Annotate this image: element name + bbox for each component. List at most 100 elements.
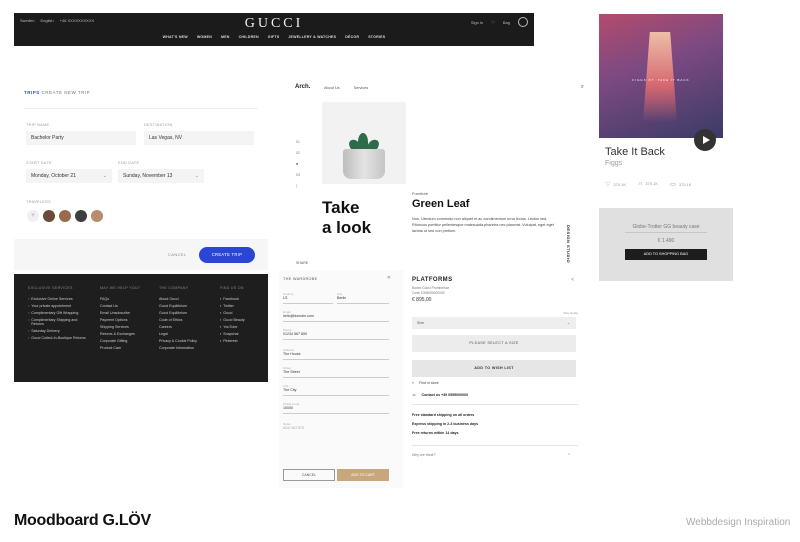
footer-link[interactable]: Email Unsubscribe (100, 311, 150, 315)
nav-women[interactable]: WOMEN (197, 35, 212, 39)
bag-link[interactable]: Bag (503, 20, 510, 25)
footer-link[interactable]: ▫ Complimentary Gift Wrapping (28, 311, 88, 315)
play-button[interactable] (694, 129, 716, 151)
footer-link[interactable]: Product Care (100, 346, 150, 350)
arch-product-page: Arch. About Us Services ⌕ 01 02 ■ 03 │ T… (288, 75, 591, 265)
close-icon[interactable]: ✕ (387, 275, 391, 281)
footer-link[interactable]: ▫ Complimentary Shipping and Returns (28, 318, 88, 326)
divider (412, 445, 578, 446)
nav-men[interactable]: MEN (221, 35, 230, 39)
street-field[interactable]: Street The Street (283, 366, 389, 378)
footer-link[interactable]: ▪ Gucci (220, 311, 264, 315)
facebook-icon: ▪ (220, 297, 222, 301)
trip-name-input[interactable]: Bachelor Party (26, 131, 136, 145)
trip-name-label: TRIP NAME (26, 123, 50, 127)
footer-link[interactable]: Shipping Services (100, 325, 150, 329)
track-artist: Figgs (605, 160, 623, 167)
footer-link[interactable]: ▪ Gucci Beauty (220, 318, 264, 322)
footer-link[interactable]: ▫ Gucci Collect-In-Boutique Returns (28, 336, 88, 340)
heart-icon[interactable]: ♡ (491, 20, 495, 25)
destination-input[interactable]: Las Vegas, NV (144, 131, 254, 145)
why-buy-link[interactable]: Why we think? (412, 453, 435, 457)
footer-link[interactable]: ▫ Exclusive Online Services (28, 297, 88, 301)
footer-link[interactable]: Legal (159, 332, 215, 336)
breadcrumb-trips[interactable]: TRIPS (24, 90, 40, 95)
size-guide-link[interactable]: Size Guide (563, 311, 578, 315)
avatar[interactable] (42, 209, 56, 223)
form-footer: CANCEL CREATE TRIP (14, 239, 268, 270)
notes-field[interactable]: Notes ADD NOTES (283, 422, 389, 434)
footer-link[interactable]: About Gucci (159, 297, 215, 301)
footer-link[interactable]: ▪ Pinterest (220, 339, 264, 343)
size-select[interactable]: Size ⌄ (412, 317, 576, 329)
postal-code-field[interactable]: Postal Code 10000 (283, 402, 389, 414)
footer-link[interactable]: Corporate Gifting (100, 339, 150, 343)
likes-stat[interactable]: ♡ 370.1K (605, 181, 626, 188)
footer-link[interactable]: Code of Ethics (159, 318, 215, 322)
footer-link[interactable]: ▪ Facebook (220, 297, 264, 301)
cancel-button[interactable]: CANCEL (283, 469, 335, 481)
footer-link[interactable]: Privacy & Cookie Policy (159, 339, 215, 343)
add-traveler-button[interactable]: + (26, 209, 40, 223)
nav-gifts[interactable]: GIFTS (268, 35, 280, 39)
avatar[interactable] (90, 209, 104, 223)
page-dot[interactable]: 01 (296, 137, 300, 148)
gucci-logo[interactable]: GUCCI (14, 16, 534, 32)
footer-link[interactable]: ▫ Your private appointment (28, 304, 88, 308)
contact-link[interactable]: ☏ Contact us +39 0555000000 (412, 393, 468, 397)
footer-link[interactable]: Contact Us (100, 304, 150, 308)
end-date-select[interactable]: Sunday, November 13 ⌄ (118, 169, 204, 183)
menu-about[interactable]: About Us (324, 86, 340, 90)
avatar[interactable] (74, 209, 88, 223)
share-link[interactable]: SHARE (296, 261, 308, 265)
search-icon[interactable]: ⌕ (581, 84, 584, 91)
footer-link[interactable]: Corporate Information (159, 346, 215, 350)
add-to-bag-button[interactable]: ADD TO SHOPPING BAG (625, 249, 707, 260)
create-trip-button[interactable]: CREATE TRIP (199, 247, 255, 263)
footer-link[interactable]: ▪ YouTube (220, 325, 264, 329)
footer-link[interactable]: Gucci Equilibrium (159, 311, 215, 315)
add-to-cart-button[interactable]: ADD TO CART (337, 469, 389, 481)
sign-in-link[interactable]: Sign In (471, 20, 483, 25)
find-in-store-link[interactable]: ⌖ Find in store (412, 381, 439, 385)
menu-services[interactable]: Services (354, 86, 369, 90)
city-field[interactable]: City Berlin (337, 292, 389, 304)
nav-jewellery[interactable]: JEWELLERY & WATCHES (288, 35, 336, 39)
address-field[interactable]: Address The House (283, 348, 389, 360)
travelers-label: TRAVELERS (26, 200, 51, 204)
product-title: PLATFORMS (412, 277, 453, 283)
arch-logo[interactable]: Arch. (295, 84, 310, 90)
country-field[interactable]: Country LS (283, 292, 333, 304)
listens-stat[interactable]: ∩ 370.1K (638, 181, 658, 188)
footer-link[interactable]: ▪ Snapchat (220, 332, 264, 336)
footer-link[interactable]: Gucci Equilibrium (159, 304, 215, 308)
phone-field[interactable]: Phone 01234 567 890 (283, 328, 389, 340)
avatar[interactable] (58, 209, 72, 223)
nav-stories[interactable]: STORIES (368, 35, 385, 39)
share-icon[interactable]: < (571, 277, 574, 283)
town-field[interactable]: City The City (283, 384, 389, 396)
search-icon[interactable] (518, 17, 528, 27)
nav-whats-new[interactable]: WHAT'S NEW (163, 35, 188, 39)
footer-link[interactable]: Returns & Exchanges (100, 332, 150, 336)
chat-icon: ▭ (670, 182, 676, 188)
select-size-button[interactable]: PLEASE SELECT A SIZE (412, 335, 576, 352)
page-dot[interactable]: 03 (296, 170, 300, 181)
platforms-product-panel: PLATFORMS < Boxed Gucci Prominence Code … (408, 271, 586, 471)
email-field[interactable]: Email hello@domain.com (283, 310, 389, 322)
footer-link[interactable]: Careers (159, 325, 215, 329)
start-date-select[interactable]: Monday, October 21 ⌄ (26, 169, 112, 183)
add-to-wishlist-button[interactable]: ADD TO WISH LIST (412, 360, 576, 377)
cover-art (643, 32, 677, 122)
footer-link[interactable]: ▫ Saturday Delivery (28, 329, 88, 333)
cancel-button[interactable]: CANCEL (168, 252, 187, 257)
page-dot[interactable]: 02 (296, 148, 300, 159)
footer-link[interactable]: Payment Options (100, 318, 150, 322)
page-dot-active[interactable]: ■ (296, 159, 300, 170)
comments-stat[interactable]: ▭ 370.1K (670, 181, 691, 188)
footer-link[interactable]: FAQs (100, 297, 150, 301)
footer-link[interactable]: ▪ Twitter (220, 304, 264, 308)
nav-decor[interactable]: DÉCOR (345, 35, 359, 39)
divider (625, 232, 707, 233)
nav-children[interactable]: CHILDREN (239, 35, 259, 39)
